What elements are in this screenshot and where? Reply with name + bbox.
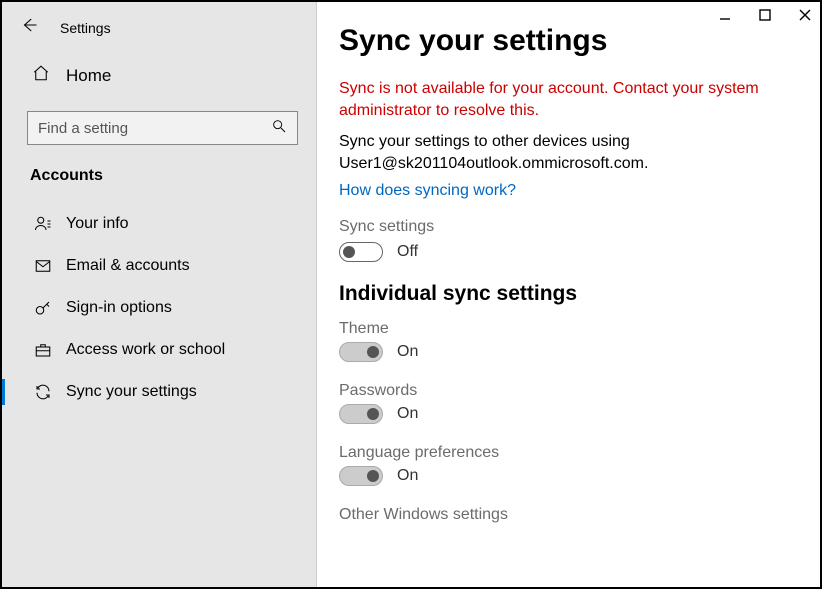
sync-info-message: Sync your settings to other devices usin… [339, 131, 799, 174]
mail-icon [32, 257, 54, 275]
search-icon [271, 118, 287, 138]
minimize-button[interactable] [718, 8, 732, 26]
sidebar-item-label: Sign-in options [66, 299, 172, 317]
key-icon [32, 299, 54, 317]
sidebar-item-label: Your info [66, 215, 129, 233]
language-toggle[interactable] [339, 466, 383, 486]
sidebar-item-sync-settings[interactable]: Sync your settings [2, 371, 316, 413]
sidebar-item-sign-in-options[interactable]: Sign-in options [2, 287, 316, 329]
passwords-label: Passwords [339, 382, 802, 400]
passwords-toggle[interactable] [339, 404, 383, 424]
person-icon [32, 215, 54, 233]
language-toggle-state: On [397, 467, 418, 485]
close-button[interactable] [798, 8, 812, 26]
home-label: Home [66, 66, 111, 86]
back-button[interactable] [20, 16, 38, 40]
sidebar-section-label: Accounts [2, 145, 316, 203]
passwords-toggle-state: On [397, 405, 418, 423]
sync-toggle-label: Sync settings [339, 218, 802, 236]
sidebar-item-access-work-school[interactable]: Access work or school [2, 329, 316, 371]
home-icon [32, 64, 50, 87]
sidebar: Settings Home Accounts Your info Email &… [2, 2, 317, 587]
sidebar-item-label: Access work or school [66, 341, 225, 359]
app-title: Settings [60, 20, 111, 36]
sidebar-item-your-info[interactable]: Your info [2, 203, 316, 245]
search-input[interactable] [38, 120, 271, 137]
sync-icon [32, 383, 54, 401]
maximize-button[interactable] [758, 8, 772, 26]
theme-label: Theme [339, 320, 802, 338]
home-nav[interactable]: Home [2, 54, 316, 97]
sync-toggle[interactable] [339, 242, 383, 262]
briefcase-icon [32, 341, 54, 359]
page-title: Sync your settings [339, 24, 802, 58]
sync-error-message: Sync is not available for your account. … [339, 78, 799, 121]
sync-toggle-state: Off [397, 243, 418, 261]
sidebar-item-label: Sync your settings [66, 383, 197, 401]
theme-toggle-state: On [397, 343, 418, 361]
main-panel: Sync your settings Sync is not available… [317, 2, 820, 587]
sidebar-item-email-accounts[interactable]: Email & accounts [2, 245, 316, 287]
sync-help-link[interactable]: How does syncing work? [339, 182, 516, 200]
sidebar-item-label: Email & accounts [66, 257, 190, 275]
search-box[interactable] [27, 111, 298, 145]
language-label: Language preferences [339, 444, 802, 462]
other-windows-label: Other Windows settings [339, 506, 802, 524]
individual-heading: Individual sync settings [339, 282, 802, 306]
theme-toggle[interactable] [339, 342, 383, 362]
